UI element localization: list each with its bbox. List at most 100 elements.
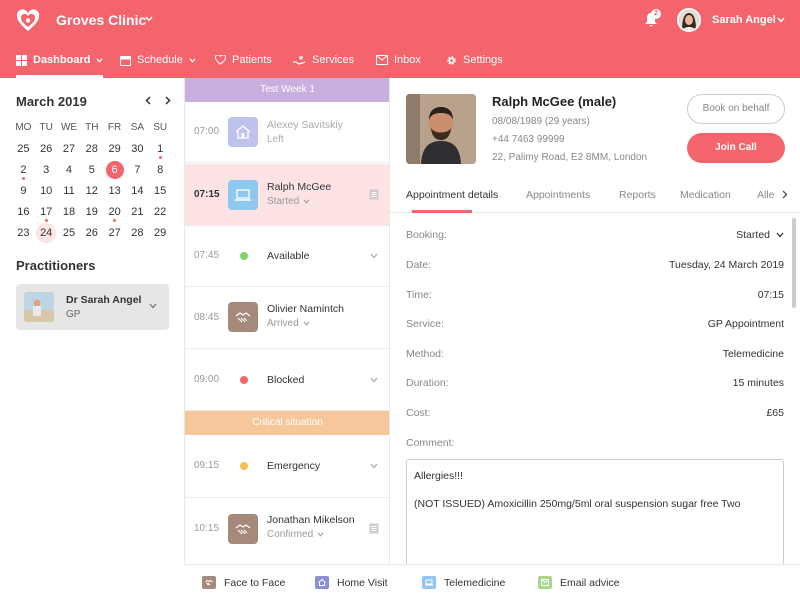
user-name[interactable]: Sarah Angel	[712, 14, 776, 26]
calendar-day[interactable]: 23	[12, 223, 35, 244]
nav-services[interactable]: Services	[293, 42, 354, 78]
comment-textarea[interactable]: Allergies!!! (NOT ISSUED) Amoxicillin 25…	[406, 459, 784, 569]
email-icon	[538, 576, 552, 589]
detail-scrollbar[interactable]	[792, 218, 796, 308]
calendar-day[interactable]: 20	[103, 202, 126, 223]
top-bar: Groves Clinic 2 Sarah Angel	[0, 0, 800, 42]
tab-appointment-details[interactable]: Appointment details	[406, 189, 498, 201]
calendar-day[interactable]: 9	[12, 181, 35, 202]
calendar-day[interactable]: 27	[58, 139, 81, 160]
calendar-day[interactable]: 5	[80, 160, 103, 181]
join-call-button[interactable]: Join Call	[687, 133, 785, 163]
calendar-day[interactable]: 3	[35, 160, 58, 181]
calendar-day[interactable]: 28	[80, 139, 103, 160]
calendar-day[interactable]: 28	[126, 223, 149, 244]
schedule-slot[interactable]: 08:45 Olivier Namintch Arrived	[185, 287, 389, 349]
calendar-day-number: 25	[17, 143, 30, 155]
calendar-day[interactable]: 19	[80, 202, 103, 223]
calendar-day[interactable]: 4	[58, 160, 81, 181]
nav-label: Settings	[463, 54, 503, 66]
document-icon[interactable]	[369, 523, 379, 534]
slot-status[interactable]: Arrived	[267, 318, 310, 329]
calendar-day[interactable]: 25	[58, 223, 81, 244]
calendar-day[interactable]: 22	[149, 202, 172, 223]
home-visit-icon	[228, 117, 258, 147]
nav-schedule[interactable]: Schedule	[120, 42, 196, 78]
calendar-day[interactable]: 11	[58, 181, 81, 202]
chevron-down-icon	[303, 321, 310, 326]
patient-name: Jonathan Mikelson	[267, 514, 355, 526]
calendar-day[interactable]: 25	[12, 139, 35, 160]
calendar-day[interactable]: 29	[103, 139, 126, 160]
schedule-slot[interactable]: 09:00 Blocked	[185, 349, 389, 411]
book-on-behalf-button[interactable]: Book on behalf	[687, 94, 785, 124]
schedule-slot[interactable]: 09:15 Emergency	[185, 435, 389, 498]
nav-inbox[interactable]: Inbox	[376, 42, 421, 78]
schedule-slot[interactable]: 07:00 Alexey Savitskiy Left	[185, 102, 389, 163]
tab-reports[interactable]: Reports	[619, 189, 656, 201]
weekday-label: SA	[130, 122, 145, 133]
calendar-day[interactable]: 1	[149, 139, 172, 160]
calendar-day[interactable]: 10	[35, 181, 58, 202]
calendar-day[interactable]: 15	[149, 181, 172, 202]
detail-tabs: Appointment details Appointments Reports…	[390, 178, 800, 213]
user-avatar[interactable]	[677, 8, 701, 32]
calendar-day[interactable]: 27	[103, 223, 126, 244]
chevron-down-icon[interactable]	[145, 16, 153, 22]
calendar-day[interactable]: 7	[126, 160, 149, 181]
calendar-day[interactable]: 29	[149, 223, 172, 244]
calendar-day[interactable]: 17	[35, 202, 58, 223]
calendar-day[interactable]: 30	[126, 139, 149, 160]
chevron-left-icon[interactable]	[145, 96, 151, 105]
clinic-logo-icon[interactable]	[16, 9, 40, 33]
tab-appointments[interactable]: Appointments	[526, 189, 590, 201]
tab-allergies[interactable]: Alle	[757, 189, 775, 201]
calendar-weekday-row: MO TU WE TH FR SA SU	[12, 118, 172, 139]
practitioner-card[interactable]: Dr Sarah Angel GP	[16, 284, 169, 330]
calendar-day-number: 24	[36, 223, 57, 243]
calendar-day[interactable]: 12	[80, 181, 103, 202]
schedule-slot[interactable]: 10:15 Jonathan Mikelson Confirmed	[185, 498, 389, 564]
clinic-name[interactable]: Groves Clinic	[56, 12, 146, 28]
calendar-day[interactable]: 6	[103, 160, 126, 181]
nav-dashboard[interactable]: Dashboard	[16, 42, 104, 78]
patient-detail-panel: Ralph McGee (male) 08/08/1989 (29 years)…	[390, 78, 800, 600]
chevron-down-icon[interactable]	[370, 377, 378, 383]
slot-status-text: Confirmed	[267, 529, 314, 540]
calendar-day[interactable]: 8	[149, 160, 172, 181]
calendar-day[interactable]: 13	[103, 181, 126, 202]
calendar-day-number: 6	[105, 161, 124, 179]
left-sidebar: March 2019 MO TU WE TH FR SA SU 25 26 27 28 29 30 1 2 3…	[0, 78, 184, 600]
event-dot	[21, 177, 25, 180]
slot-label: Emergency	[267, 460, 321, 472]
calendar-day[interactable]: 18	[58, 202, 81, 223]
calendar-day[interactable]: 14	[126, 181, 149, 202]
nav-patients[interactable]: Patients	[215, 42, 272, 78]
slot-status[interactable]: Confirmed	[267, 529, 324, 540]
document-icon[interactable]	[369, 189, 379, 200]
schedule-slot[interactable]: 07:45 Available	[185, 226, 389, 287]
nav-settings[interactable]: Settings	[446, 42, 503, 78]
slot-time: 07:00	[194, 126, 220, 137]
chevron-down-icon[interactable]	[777, 17, 785, 23]
tab-medication[interactable]: Medication	[680, 189, 731, 201]
calendar-day-number: 30	[131, 143, 144, 155]
method-label: Method:	[406, 348, 444, 360]
calendar-day[interactable]: 26	[35, 139, 58, 160]
schedule-slot[interactable]: 07:15 Ralph McGee Started	[185, 164, 389, 226]
chevron-right-icon[interactable]	[165, 96, 171, 105]
calendar-day[interactable]: 21	[126, 202, 149, 223]
calendar-day[interactable]: 16	[12, 202, 35, 223]
slot-status[interactable]: Started	[267, 196, 310, 207]
calendar-day[interactable]: 24	[35, 223, 58, 244]
calendar-grid: MO TU WE TH FR SA SU 25 26 27 28 29 30 1 2 3 4 5 6 7 8 9 10 11 1…	[12, 118, 172, 244]
calendar-day[interactable]: 2	[12, 160, 35, 181]
calendar-day[interactable]: 26	[80, 223, 103, 244]
chevron-down-icon[interactable]	[370, 253, 378, 259]
chevron-down-icon[interactable]	[370, 463, 378, 469]
cost-label: Cost:	[406, 407, 431, 419]
calendar-day-number: 17	[40, 206, 53, 218]
chevron-right-icon[interactable]	[782, 190, 788, 199]
practitioner-name: Dr Sarah Angel	[66, 294, 142, 306]
booking-status-select[interactable]: Started	[736, 229, 784, 241]
